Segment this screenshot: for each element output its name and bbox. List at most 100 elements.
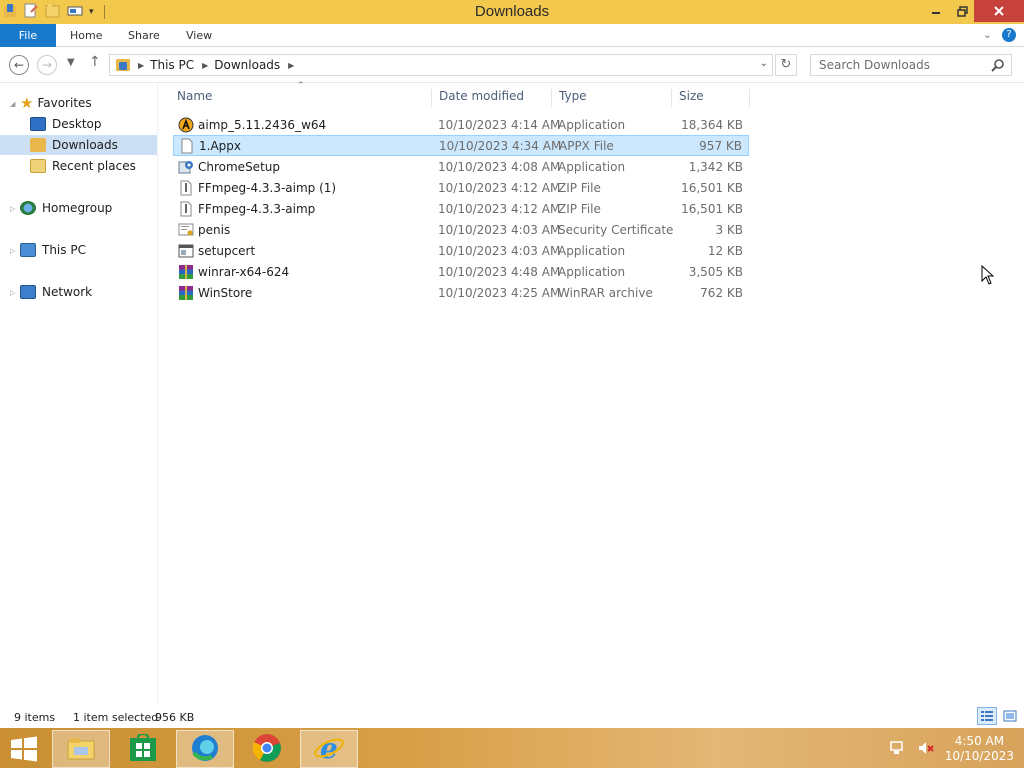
computer-icon	[20, 243, 36, 257]
file-date: 10/10/2023 4:14 AM	[438, 117, 561, 132]
refresh-button[interactable]: ↻	[775, 54, 797, 76]
app-window-icon	[178, 243, 194, 259]
expand-ribbon-icon[interactable]: ⌄	[983, 28, 992, 42]
taskbar-edge[interactable]	[176, 730, 234, 768]
file-size: 957 KB	[699, 138, 742, 153]
selection-count: 1 item selected	[73, 711, 159, 724]
back-button[interactable]: ←	[9, 55, 29, 75]
file-name: FFmpeg-4.3.3-aimp	[198, 201, 316, 216]
file-size: 16,501 KB	[681, 201, 743, 216]
nav-label: Homegroup	[42, 201, 113, 215]
nav-downloads[interactable]: Downloads	[0, 135, 157, 155]
chevron-right-icon[interactable]: ▶	[202, 61, 208, 70]
file-size: 1,342 KB	[688, 159, 743, 174]
nav-network[interactable]: Network	[0, 282, 157, 302]
file-name: 1.Appx	[199, 138, 241, 153]
title-bar: ▾ Downloads	[0, 0, 1024, 24]
file-size: 12 KB	[707, 243, 743, 258]
tab-share[interactable]: Share	[128, 24, 160, 47]
zip-icon	[178, 201, 194, 217]
file-row[interactable]: WinStore 10/10/2023 4:25 AM WinRAR archive…	[173, 282, 749, 303]
minimize-button[interactable]	[922, 0, 950, 22]
nav-homegroup[interactable]: Homegroup	[0, 198, 157, 218]
start-button[interactable]	[10, 736, 38, 762]
nav-favorites[interactable]: ★ Favorites	[0, 93, 157, 113]
nav-desktop[interactable]: Desktop	[0, 114, 157, 134]
taskbar-chrome[interactable]	[238, 730, 296, 768]
file-size: 762 KB	[700, 285, 743, 300]
taskbar-store[interactable]	[114, 730, 172, 768]
file-type: Application	[558, 117, 626, 132]
file-type: Security Certificate	[558, 222, 674, 237]
clock[interactable]: 4:50 AM 10/10/2023	[945, 734, 1014, 764]
edge-icon	[190, 733, 220, 766]
volume-muted-icon[interactable]	[917, 740, 935, 759]
nav-label: This PC	[42, 243, 86, 257]
help-icon[interactable]: ?	[1002, 28, 1016, 42]
file-row[interactable]: FFmpeg-4.3.3-aimp (1) 10/10/2023 4:12 AM Z…	[173, 177, 749, 198]
file-size: 3,505 KB	[688, 264, 743, 279]
system-tray: 4:50 AM 10/10/2023	[889, 732, 1014, 766]
nav-recent-places[interactable]: Recent places	[0, 156, 157, 176]
nav-label: Network	[42, 285, 93, 299]
file-row[interactable]: aimp_5.11.2436_w64 10/10/2023 4:14 AM Appl…	[173, 114, 749, 135]
large-icons-view-button[interactable]	[1000, 707, 1020, 725]
certificate-icon	[178, 222, 194, 238]
file-type: Application	[558, 264, 626, 279]
file-row[interactable]: penis 10/10/2023 4:03 AM Security Certific…	[173, 219, 749, 240]
status-bar: 9 items 1 item selected 956 KB	[0, 706, 1024, 728]
network-status-icon[interactable]	[889, 740, 907, 759]
file-date: 10/10/2023 4:34 AM	[439, 138, 562, 153]
item-count: 9 items	[14, 711, 56, 724]
file-size: 16,501 KB	[681, 180, 743, 195]
file-date: 10/10/2023 4:25 AM	[438, 285, 561, 300]
taskbar: e 4:50 AM 10/10/2023	[0, 728, 1024, 768]
file-row[interactable]: ChromeSetup 10/10/2023 4:08 AM Application…	[173, 156, 749, 177]
search-box[interactable]	[810, 54, 1012, 76]
column-name[interactable]: Name	[170, 89, 432, 107]
up-button[interactable]: ↑	[89, 54, 101, 70]
tab-file[interactable]: File	[0, 24, 56, 47]
recent-locations-dropdown[interactable]: ▼	[67, 57, 75, 68]
taskbar-file-explorer[interactable]	[52, 730, 110, 768]
file-row[interactable]: winrar-x64-624 10/10/2023 4:48 AM Applicat…	[173, 261, 749, 282]
column-size[interactable]: Size	[672, 89, 750, 107]
taskbar-internet-explorer[interactable]: e	[300, 730, 358, 768]
tab-view[interactable]: View	[186, 24, 212, 47]
file-date: 10/10/2023 4:48 AM	[438, 264, 561, 279]
file-type: APPX File	[559, 138, 614, 153]
file-row[interactable]: setupcert 10/10/2023 4:03 AM Application 12…	[173, 240, 749, 261]
file-type: Application	[558, 159, 626, 174]
downloads-folder-icon	[116, 59, 130, 71]
address-bar[interactable]: ▶ This PC ▶ Downloads ▶ ⌄	[109, 54, 773, 76]
breadcrumb-this-pc[interactable]: This PC	[150, 58, 194, 72]
tab-home[interactable]: Home	[70, 24, 102, 47]
downloads-folder-icon	[30, 138, 46, 152]
window-title: Downloads	[474, 3, 550, 20]
address-dropdown-icon[interactable]: ⌄	[760, 58, 768, 69]
file-type: Application	[558, 243, 626, 258]
chevron-right-icon[interactable]: ▶	[138, 61, 144, 70]
nav-this-pc[interactable]: This PC	[0, 240, 157, 260]
restore-button[interactable]	[950, 0, 974, 22]
close-button[interactable]	[974, 0, 1024, 22]
chevron-right-icon[interactable]: ▶	[288, 61, 294, 70]
breadcrumb-downloads[interactable]: Downloads	[214, 58, 280, 72]
navigation-pane: ◢ ★ Favorites Desktop Downloads Recent p…	[0, 84, 158, 704]
file-row[interactable]: FFmpeg-4.3.3-aimp 10/10/2023 4:12 AM ZIP F…	[173, 198, 749, 219]
store-icon	[129, 732, 157, 765]
forward-button[interactable]: →	[37, 55, 57, 75]
file-type: ZIP File	[558, 201, 601, 216]
file-name: FFmpeg-4.3.3-aimp (1)	[198, 180, 337, 195]
nav-label: Recent places	[52, 159, 136, 173]
column-date-modified[interactable]: Date modified	[432, 89, 552, 107]
nav-label: Downloads	[52, 138, 118, 152]
search-input[interactable]	[811, 55, 981, 75]
file-row[interactable]: 1.Appx 10/10/2023 4:34 AM APPX File 957 KB	[173, 135, 749, 156]
zip-icon	[178, 180, 194, 196]
search-icon[interactable]	[991, 58, 1005, 72]
file-date: 10/10/2023 4:03 AM	[438, 243, 561, 258]
details-view-button[interactable]	[977, 707, 997, 725]
file-type: ZIP File	[558, 180, 601, 195]
column-type[interactable]: Type	[552, 89, 672, 107]
